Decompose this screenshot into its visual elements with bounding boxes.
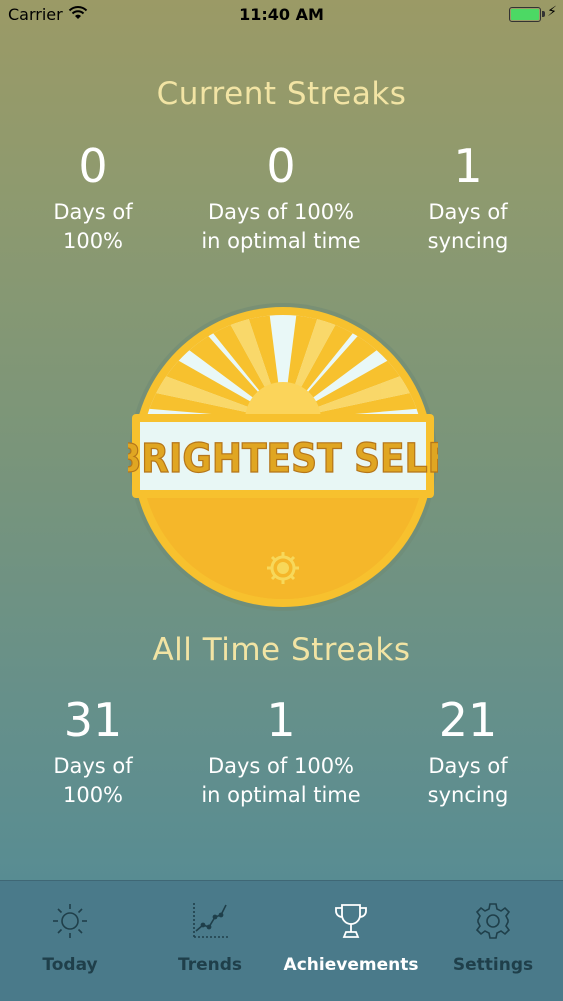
badge-text: BRIGHTEST SELF xyxy=(128,436,438,482)
sun-icon xyxy=(50,901,90,941)
clock: 11:40 AM xyxy=(239,5,324,24)
tab-today[interactable]: Today xyxy=(0,881,140,1001)
tab-label: Today xyxy=(42,955,98,975)
current-stat-days-100: 0 Days of 100% xyxy=(0,140,193,256)
current-streaks-row: 0 Days of 100% 0 Days of 100% in optimal… xyxy=(0,140,563,280)
stat-label: Days of 100% xyxy=(53,200,133,253)
brightest-self-badge: BRIGHTEST SELF xyxy=(113,302,453,612)
trophy-icon xyxy=(331,901,371,941)
stat-value: 1 xyxy=(453,139,483,193)
stat-value: 21 xyxy=(438,693,498,747)
all-time-streaks-row: 31 Days of 100% 1 Days of 100% in optima… xyxy=(0,694,563,834)
chart-icon xyxy=(190,901,230,941)
alltime-stat-optimal-time: 1 Days of 100% in optimal time xyxy=(181,694,381,810)
status-bar: Carrier 11:40 AM ⚡ xyxy=(0,0,563,30)
charging-icon: ⚡ xyxy=(547,4,557,20)
tab-trends[interactable]: Trends xyxy=(140,881,280,1001)
tab-bar: Today Trends Achievements Settings xyxy=(0,880,563,1001)
tab-label: Settings xyxy=(452,955,534,975)
battery-icon xyxy=(509,7,541,22)
stat-value: 31 xyxy=(63,693,123,747)
tab-label: Trends xyxy=(177,955,243,975)
stat-label: Days of syncing xyxy=(427,754,509,807)
stat-label: Days of 100% in optimal time xyxy=(201,754,361,807)
gear-icon xyxy=(473,901,513,941)
current-streaks-title: Current Streaks xyxy=(156,76,407,112)
stat-label: Days of syncing xyxy=(427,200,509,253)
all-time-streaks-title: All Time Streaks xyxy=(152,632,411,668)
tab-label: Achievements xyxy=(283,955,419,975)
stat-label: Days of 100% xyxy=(53,754,133,807)
tab-achievements[interactable]: Achievements xyxy=(281,881,421,1001)
stat-value: 0 xyxy=(78,139,108,193)
current-stat-syncing: 1 Days of syncing xyxy=(368,140,563,256)
current-stat-optimal-time: 0 Days of 100% in optimal time xyxy=(181,140,381,256)
battery-tip xyxy=(542,11,545,17)
stat-label: Days of 100% in optimal time xyxy=(201,200,361,253)
alltime-stat-syncing: 21 Days of syncing xyxy=(368,694,563,810)
stat-value: 1 xyxy=(266,693,296,747)
alltime-stat-days-100: 31 Days of 100% xyxy=(0,694,193,810)
tab-settings[interactable]: Settings xyxy=(423,881,563,1001)
stat-value: 0 xyxy=(266,139,296,193)
